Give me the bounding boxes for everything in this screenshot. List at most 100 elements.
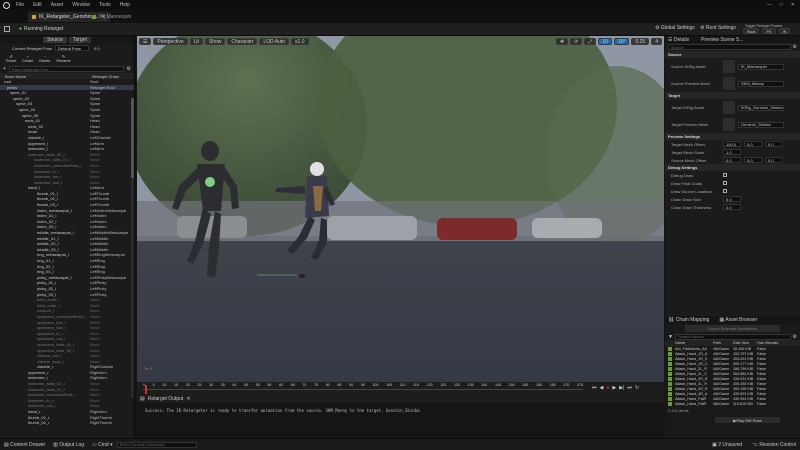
content-drawer-button[interactable]: ▤ Content Drawer	[4, 442, 45, 448]
character-button[interactable]: Character	[227, 38, 258, 45]
menu-item-edit[interactable]: Edit	[33, 2, 42, 8]
source-ikrig-select[interactable]: IK_Mannequin	[738, 63, 784, 70]
settings-icon[interactable]: ⚙	[793, 334, 797, 340]
source-offset-y[interactable]: 0.0	[744, 157, 762, 163]
retarget-output-tab[interactable]: Retarget Output	[148, 396, 184, 402]
step-forward-icon[interactable]: ▶|	[619, 385, 624, 391]
unsaved-button[interactable]: ▣ 2 Unsaved	[712, 442, 742, 448]
lod-button[interactable]: LOD Auto	[259, 38, 290, 45]
details-label: Details	[673, 36, 690, 43]
source-preview-select[interactable]: SKM_Manny	[738, 80, 784, 87]
target-preview-select[interactable]: Genshin_Shinba	[738, 121, 784, 128]
checkbox[interactable]	[723, 181, 727, 185]
tab-details[interactable]: ☰ Details	[668, 37, 689, 43]
speed-button[interactable]: x1.0	[291, 38, 309, 45]
revision-control-button[interactable]: ⌥ Revision Control	[752, 442, 796, 448]
settings-icon[interactable]: ⚙	[793, 44, 797, 50]
step-back-icon[interactable]: ◀	[600, 385, 604, 391]
tab-preview-scene[interactable]: Preview Scene S...	[701, 37, 743, 43]
global-settings-button[interactable]: ⚙ Global Settings	[655, 25, 695, 31]
section-debug-settings[interactable]: Debug Settings	[665, 164, 800, 171]
console-input[interactable]: Enter Console Command	[116, 441, 197, 448]
lit-button[interactable]: Lit	[189, 38, 203, 45]
asset-row[interactable]: Attack_Hand_PalR/All/Game 110.615 KiB Fals…	[665, 401, 800, 406]
phase-fk-toggle[interactable]: FK	[762, 28, 776, 34]
tab-target[interactable]: Target	[68, 37, 91, 43]
camera-speed[interactable]: 4	[651, 38, 662, 45]
delete-button[interactable]: − Delete	[39, 55, 50, 63]
close-tab-icon[interactable]: ✕	[186, 396, 190, 402]
tab-asset-browser[interactable]: ▦ Asset Browser	[719, 317, 757, 323]
running-retarget-button[interactable]: ● Running Retarget	[16, 25, 66, 33]
timeline[interactable]: 0 5 10 15 20 25 30 35 40 45 50 55 60 65 70 75 80 85 90 95 10…	[137, 382, 664, 395]
menu-item-help[interactable]: Help	[120, 2, 130, 8]
viewport-menu-button[interactable]: ☰	[139, 38, 152, 45]
filter-input[interactable]: Filter Hierarchy Tree...	[8, 66, 124, 72]
cmd-button[interactable]: ▭ Cmd ▾	[92, 442, 113, 448]
tab-ik-mannequin[interactable]: IK_Mannequin	[88, 12, 135, 22]
debug-label: Draw Source Locations	[671, 188, 713, 194]
asset-name: Attack_Hand_2R_R	[675, 376, 708, 381]
checkbox[interactable]	[723, 189, 727, 193]
rotate-tool-icon[interactable]: ⟳	[570, 38, 583, 45]
output-log-button[interactable]: ▥ Output Log	[53, 442, 84, 448]
minimize-icon[interactable]: —	[767, 2, 772, 8]
debug-value-input[interactable]: 0.0	[723, 204, 741, 210]
asset-browser-label: Asset Browser	[725, 317, 758, 323]
target-offset-y[interactable]: 0.0	[744, 141, 762, 147]
settings-icon[interactable]: ⚙	[127, 66, 131, 72]
target-preview-row: Target Preview Mesh Genshin_Shinba	[665, 116, 800, 133]
scale-tool-icon[interactable]: ⤢	[584, 38, 597, 45]
loop-icon[interactable]: ↻	[635, 385, 639, 391]
root-settings-button[interactable]: ⚙ Root Settings	[700, 25, 736, 31]
rotation-snap[interactable]: 10°	[613, 38, 630, 45]
scale-snap[interactable]: 0.25	[631, 38, 650, 45]
main-menu: File Edit Asset Window Tools Help	[16, 2, 139, 8]
add-icon[interactable]: +	[3, 66, 6, 72]
tab-source[interactable]: Source	[43, 37, 67, 43]
section-preview-settings[interactable]: Preview Settings	[665, 133, 800, 140]
phase-ik-toggle[interactable]: IK	[778, 28, 791, 34]
asset-search-input[interactable]: Search Assets	[674, 333, 791, 340]
menu-item-window[interactable]: Window	[72, 2, 90, 8]
checkbox[interactable]	[723, 173, 727, 177]
animation-icon	[668, 351, 672, 356]
current-pose-select[interactable]: Default Pose	[55, 45, 90, 51]
source-offset-x[interactable]: 0.0	[723, 157, 741, 163]
show-button[interactable]: Show	[204, 38, 226, 45]
skip-forward-icon[interactable]: ⏭	[627, 385, 632, 391]
move-tool-icon[interactable]: ✥	[555, 38, 569, 45]
target-offset-z[interactable]: 0.0	[765, 141, 783, 147]
close-icon[interactable]: ✕	[791, 2, 795, 8]
asset-virt: False	[757, 346, 767, 351]
filter-icon[interactable]: ▼	[668, 334, 673, 340]
menu-item-asset[interactable]: Asset	[51, 2, 64, 8]
record-icon[interactable]: ●	[606, 385, 609, 391]
export-animations-button[interactable]: Export Selected Animations	[685, 325, 780, 332]
play-icon[interactable]: ▶	[612, 385, 616, 391]
tab-chain-mapping[interactable]: ⛓ Chain Mapping	[668, 317, 709, 323]
target-ikrig-select[interactable]: IKRig_Genshin_Shinba	[738, 104, 784, 111]
skip-back-icon[interactable]: ⏮	[592, 385, 597, 391]
viewport[interactable]: ☰ Perspective Lit Show Character LOD Aut…	[137, 36, 664, 382]
source-offset-z[interactable]: 0.0	[765, 157, 783, 163]
phase-root-toggle[interactable]: Root	[743, 28, 760, 34]
menu-item-tools[interactable]: Tools	[99, 2, 111, 8]
section-source[interactable]: Source	[665, 51, 800, 58]
save-icon[interactable]	[4, 26, 10, 32]
details-search-input[interactable]: Search	[668, 44, 791, 50]
target-scale-input[interactable]: 1.0	[723, 149, 741, 155]
rename-button[interactable]: ✎ Rename	[56, 54, 70, 63]
playhead[interactable]	[145, 385, 147, 394]
target-offset-x[interactable]: 100.0	[723, 141, 741, 147]
section-target[interactable]: Target	[665, 92, 800, 99]
reset-button[interactable]: ↺ Reset	[6, 54, 16, 63]
perspective-button[interactable]: Perspective	[153, 38, 188, 45]
play-ref-pose-button[interactable]: ▶ Play Ref Pose	[715, 417, 780, 423]
grid-snap[interactable]: 10	[598, 38, 612, 45]
scrollbar[interactable]	[131, 98, 134, 398]
maximize-icon[interactable]: □	[780, 2, 783, 8]
menu-item-file[interactable]: File	[16, 2, 24, 8]
create-button[interactable]: + Create	[22, 55, 33, 63]
debug-value-input[interactable]: 5.0	[723, 196, 741, 202]
